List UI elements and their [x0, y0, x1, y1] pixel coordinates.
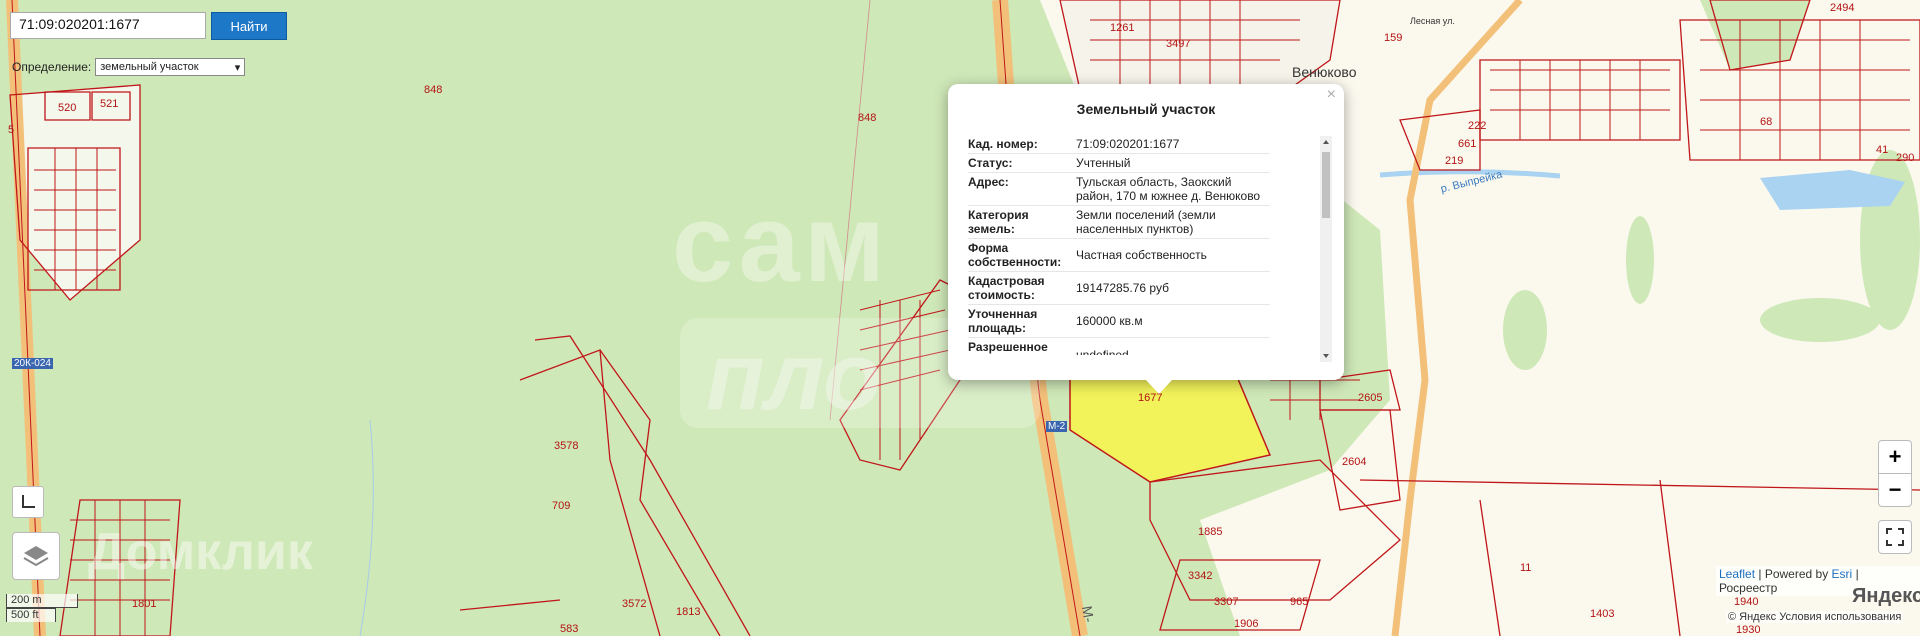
row-value: undefined: [1076, 348, 1129, 355]
table-row: Кад. номер: 71:09:020201:1677: [968, 135, 1270, 154]
parcel-label: 2605: [1358, 392, 1383, 404]
row-key: Кад. номер:: [968, 137, 1038, 151]
chevron-down-icon: ▾: [234, 61, 241, 74]
definition-label: Определение:: [12, 60, 92, 74]
parcel-label: 219: [1445, 155, 1464, 167]
popup-table: Кад. номер: 71:09:020201:1677 Статус: Учте…: [968, 135, 1270, 355]
watermark-text: пло: [706, 323, 882, 430]
row-value: 71:09:020201:1677: [1076, 137, 1180, 151]
watermark-text: Домклик: [88, 523, 313, 581]
row-value: Частная собственность: [1076, 248, 1207, 262]
row-value: 19147285.76 руб: [1076, 281, 1169, 295]
popup-tip: [1146, 380, 1172, 394]
scale-imperial: 500 ft: [6, 608, 56, 622]
parcel-label: 1930: [1736, 624, 1761, 636]
street-label: Лесная ул.: [1410, 16, 1455, 26]
place-label: Венюково: [1292, 64, 1357, 80]
draw-square-icon: [22, 495, 35, 508]
parcel-popup: × Земельный участок Кад. номер: 71:09:020…: [948, 84, 1344, 380]
row-value: Земли поселений (земли населенных пункто…: [1076, 208, 1216, 236]
parcel-label: 1940: [1734, 596, 1759, 608]
draw-tool-button[interactable]: [12, 486, 44, 518]
parcel-label: 2494: [1830, 2, 1855, 14]
search-input[interactable]: 71:09:020201:1677: [10, 12, 206, 39]
parcel-label: 290: [1896, 152, 1915, 164]
fullscreen-icon: [1886, 528, 1904, 546]
table-row: Уточненная площадь: 160000 кв.м: [968, 305, 1270, 338]
parcel-label: 2604: [1342, 456, 1367, 468]
road-badge: 20К-024: [12, 358, 53, 369]
table-row: Разрешенное undefined: [968, 338, 1270, 355]
parcel-label: 709: [552, 500, 571, 512]
parcel-label: 3578: [554, 440, 579, 452]
parcel-label: 1261: [1110, 22, 1135, 34]
search-button[interactable]: Найти: [211, 12, 287, 40]
parcel-label: 159: [1384, 32, 1403, 44]
parcel-label: 222: [1468, 120, 1487, 132]
watermark-text: сам: [672, 182, 890, 305]
road-label: М-: [1078, 604, 1098, 624]
definition-selected: земельный участок: [100, 61, 199, 73]
parcel-label: 3307: [1214, 596, 1239, 608]
yandex-terms-link[interactable]: © Яндекс Условия использования: [1726, 611, 1904, 623]
layers-button[interactable]: [12, 532, 60, 580]
table-row: Категория земель: Земли поселений (земли …: [968, 206, 1270, 239]
scale-metric: 200 m: [6, 594, 78, 608]
row-value: Учтенный: [1076, 156, 1131, 170]
parcel-label: 1813: [676, 606, 701, 618]
row-key: Кадастровая стоимость:: [968, 274, 1045, 302]
parcel-label: 583: [560, 623, 579, 635]
parcel-label: 3572: [622, 598, 647, 610]
row-key: Форма собственности:: [968, 241, 1062, 269]
row-key: Уточненная площадь:: [968, 307, 1038, 335]
table-row: Форма собственности: Частная собственност…: [968, 239, 1270, 272]
leaflet-link[interactable]: Leaflet: [1719, 567, 1755, 581]
road-badge: М-2: [1046, 421, 1068, 432]
parcel-label: 5: [8, 124, 15, 136]
row-key: Категория земель:: [968, 208, 1029, 236]
fullscreen-button[interactable]: [1878, 520, 1912, 554]
table-row: Кадастровая стоимость: 19147285.76 руб: [968, 272, 1270, 305]
popup-title: Земельный участок: [1076, 101, 1216, 117]
parcel-label: 520: [58, 102, 77, 114]
parcel-label: 1801: [132, 598, 157, 610]
definition-row: Определение: земельный участок ▾: [12, 58, 246, 76]
parcel-label: 965: [1290, 596, 1309, 608]
parcel-label: 1885: [1198, 526, 1223, 538]
table-row: Статус: Учтенный: [968, 154, 1270, 173]
parcel-label: 1906: [1234, 618, 1259, 630]
popup-scrollbar[interactable]: [1320, 136, 1332, 362]
parcel-label: 1403: [1590, 608, 1615, 620]
parcel-label: 68: [1760, 116, 1773, 128]
parcel-label: 848: [858, 112, 877, 124]
parcel-label: 3497: [1166, 38, 1191, 50]
layers-icon: [23, 546, 49, 567]
zoom-in-button[interactable]: +: [1878, 440, 1912, 474]
row-key: Разрешенное: [968, 340, 1048, 354]
row-key: Статус:: [968, 156, 1013, 170]
yandex-logo: Яндекс: [1852, 585, 1920, 607]
parcel-label: 41: [1876, 144, 1889, 156]
parcel-label: 661: [1458, 138, 1477, 150]
table-row: Адрес: Тульская область, Заокский район, …: [968, 173, 1270, 206]
parcel-label: 521: [100, 98, 119, 110]
zoom-out-button[interactable]: −: [1878, 473, 1912, 507]
parcel-label: 848: [424, 84, 443, 96]
scale-bar: 200 m 500 ft: [6, 594, 78, 622]
row-value: 160000 кв.м: [1076, 314, 1143, 328]
definition-select[interactable]: земельный участок ▾: [95, 58, 246, 76]
parcel-label: 3342: [1188, 570, 1213, 582]
row-value: Тульская область, Заокский район, 170 м …: [1076, 175, 1261, 203]
attribution-text: | Powered by: [1758, 567, 1829, 581]
row-key: Адрес:: [968, 175, 1009, 189]
esri-link[interactable]: Esri: [1832, 567, 1853, 581]
parcel-label: 11: [1520, 562, 1532, 574]
